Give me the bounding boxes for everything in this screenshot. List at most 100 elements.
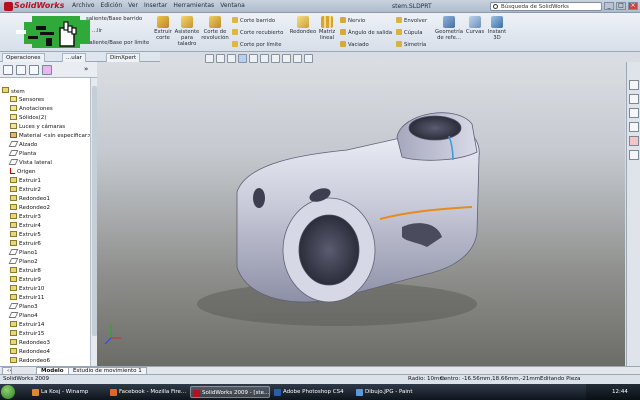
feature-icon — [10, 357, 17, 363]
minimize-button[interactable]: _ — [604, 2, 614, 10]
design-library-icon[interactable] — [629, 94, 639, 104]
tree-item[interactable]: Plano1 — [8, 249, 38, 257]
close-button[interactable]: × — [628, 2, 638, 10]
view-palette-icon[interactable] — [629, 136, 639, 146]
tree-item[interactable]: Extruir3 — [10, 213, 41, 221]
instant3d-button[interactable]: Instant 3D — [486, 16, 508, 41]
revolve-cut-button[interactable]: Corte de revolución — [200, 16, 230, 41]
taskbar-task[interactable]: Adobe Photoshop CS4 — [272, 386, 352, 398]
zoom-to-fit-icon[interactable] — [205, 54, 214, 63]
status-editing: Editando Pieza — [540, 376, 581, 382]
tree-item[interactable]: Extruir9 — [10, 276, 41, 284]
menu-ventana[interactable]: Ventana — [220, 2, 245, 9]
maximize-button[interactable]: □ — [616, 2, 626, 10]
hide-show-items-icon[interactable] — [271, 54, 280, 63]
status-center: Centro: -16.56mm,18.66mm,-21mm — [440, 376, 541, 382]
tree-scrollbar[interactable] — [90, 78, 97, 366]
tree-item[interactable]: Extruir5 — [10, 231, 41, 239]
tree-item[interactable]: Material <sin especificar> — [10, 132, 92, 140]
configuration-manager-icon[interactable] — [29, 65, 39, 75]
menu-ver[interactable]: Ver — [128, 2, 138, 9]
tree-item[interactable]: Extruir15 — [10, 330, 44, 338]
swept-cut-button[interactable]: Corte barrido — [232, 17, 275, 24]
fillet-icon — [297, 16, 309, 28]
wrap-button[interactable]: Envolver — [396, 17, 427, 24]
tree-item[interactable]: Redondeo1 — [10, 195, 50, 203]
search-box[interactable]: Búsqueda de SolidWorks — [490, 2, 602, 11]
curves-button[interactable]: Curvas — [464, 16, 486, 35]
mirror-button[interactable]: Simetría — [396, 41, 426, 48]
tree-item[interactable]: Redondeo3 — [10, 339, 50, 347]
taskbar-task[interactable]: SolidWorks 2009 - [ste... — [190, 386, 270, 398]
file-explorer-icon[interactable] — [629, 108, 639, 118]
linear-pattern-button[interactable]: Matriz lineal — [316, 16, 338, 41]
display-style-icon[interactable] — [260, 54, 269, 63]
expand-panel-icon[interactable]: » — [84, 65, 94, 75]
rib-button[interactable]: Nervio — [340, 17, 365, 24]
shell-button[interactable]: Vaciado — [340, 41, 369, 48]
tree-item[interactable]: Extruir11 — [10, 294, 44, 302]
plane-icon — [8, 150, 19, 156]
dome-button[interactable]: Cúpula — [396, 29, 423, 36]
taskbar-task[interactable]: Dibujo.JPG - Paint — [354, 386, 434, 398]
menu-herramientas[interactable]: Herramientas — [173, 2, 214, 9]
tree-item[interactable]: Planta — [8, 150, 36, 158]
apply-scene-icon[interactable] — [293, 54, 302, 63]
tree-item[interactable]: Alzado — [8, 141, 37, 149]
appearances-icon[interactable] — [629, 150, 639, 160]
tree-item[interactable]: Origen — [10, 168, 35, 176]
graphics-viewport[interactable] — [97, 62, 625, 366]
tree-item[interactable]: Luces y cámaras — [10, 123, 65, 131]
tree-item[interactable]: Extruir14 — [10, 321, 44, 329]
tree-item[interactable]: Plano4 — [8, 312, 38, 320]
tree-item[interactable]: Sensores — [10, 96, 44, 104]
solidworks-resources-icon[interactable] — [629, 80, 639, 90]
reference-geometry-button[interactable]: Geometría de refe... — [434, 16, 464, 41]
fillet-button[interactable]: Redondeo — [288, 16, 318, 35]
edit-appearance-icon[interactable] — [282, 54, 291, 63]
previous-view-icon[interactable] — [227, 54, 236, 63]
solidworks-logo[interactable]: SolidWorks — [2, 1, 68, 12]
menu-edicion[interactable]: Edición — [100, 2, 122, 9]
tree-root-part[interactable]: stem — [2, 87, 25, 95]
tree-item[interactable]: Extruir4 — [10, 222, 41, 230]
tree-item[interactable]: Extruir6 — [10, 240, 41, 248]
taskbar-task[interactable]: Facebook - Mozilla Fire... — [108, 386, 188, 398]
search-results-icon[interactable] — [629, 122, 639, 132]
draft-button[interactable]: Ángulo de salida — [340, 29, 392, 36]
tree-item[interactable]: Anotaciones — [10, 105, 53, 113]
start-button[interactable] — [1, 385, 15, 399]
extrude-cut-button[interactable]: Extruir corte — [150, 16, 176, 41]
part-model-render[interactable] — [97, 62, 625, 366]
lofted-cut-button[interactable]: Corte recubierto — [232, 29, 283, 36]
material-icon — [10, 132, 17, 138]
section-view-icon[interactable] — [238, 54, 247, 63]
tree-item[interactable]: Extruir2 — [10, 186, 41, 194]
tree-item[interactable]: Extruir1 — [10, 177, 41, 185]
tree-item[interactable]: Redondeo2 — [10, 204, 50, 212]
view-orientation-icon[interactable] — [249, 54, 258, 63]
dimxpert-manager-icon[interactable] — [42, 65, 52, 75]
tree-item[interactable]: Sólidos(2) — [10, 114, 46, 122]
draft-label: Ángulo de salida — [348, 30, 392, 36]
hole-wizard-button[interactable]: Asistente para taladro — [174, 16, 200, 47]
view-settings-icon[interactable] — [304, 54, 313, 63]
tree-item[interactable]: Vista lateral — [8, 159, 52, 167]
tree-item[interactable]: Extruir8 — [10, 267, 41, 275]
tree-item[interactable]: Extruir10 — [10, 285, 44, 293]
feature-manager-icon[interactable] — [3, 65, 13, 75]
menu-insertar[interactable]: Insertar — [144, 2, 167, 9]
tree-item[interactable]: Plano2 — [8, 258, 38, 266]
feature-icon — [10, 105, 17, 111]
property-manager-icon[interactable] — [16, 65, 26, 75]
taskbar-task[interactable]: La Kosj - Winamp — [30, 386, 106, 398]
clock[interactable]: 12:44 a.m. — [612, 389, 628, 400]
tree-item[interactable]: Redondeo4 — [10, 348, 50, 356]
menu-archivo[interactable]: Archivo — [72, 2, 94, 9]
tree-item[interactable]: Redondeo6 — [10, 357, 50, 365]
task-label: Facebook - Mozilla Fire... — [119, 389, 187, 395]
draft-icon — [340, 29, 346, 35]
tree-item[interactable]: Plano3 — [8, 303, 38, 311]
boundary-cut-button[interactable]: Corte por límite — [232, 41, 282, 48]
zoom-area-icon[interactable] — [216, 54, 225, 63]
